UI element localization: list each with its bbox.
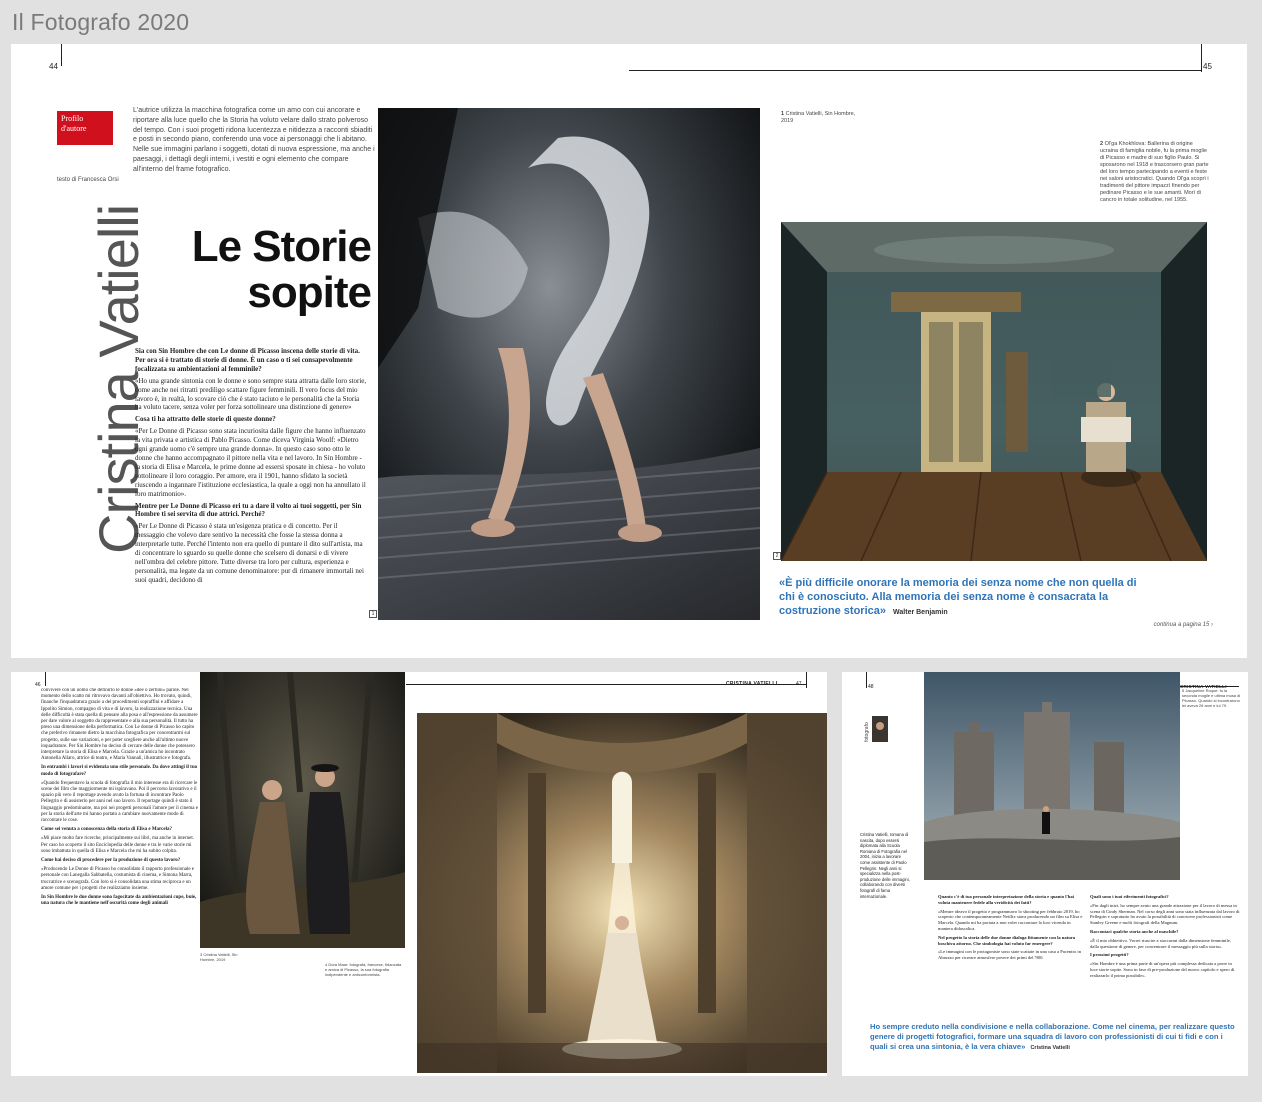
page-number-48: 48 [868, 684, 874, 690]
caption-1: 1 Cristina Vatielli, Sin Hombre, 2019 [781, 111, 856, 124]
author-name-vertical: Cristina Vatielli [87, 204, 150, 554]
byline: testo di Francesca Orsi [57, 177, 119, 183]
page-marker-left [866, 672, 867, 688]
caption-5: 5 Jacqueline Roque: fu la seconda moglie… [1182, 688, 1241, 708]
page-number-45: 45 [1203, 62, 1212, 71]
photo-number-2: 2 [773, 552, 781, 560]
spread-pages-44-45[interactable]: 44 45 Profilo d'autore testo di Francesc… [11, 44, 1247, 658]
pull-quote-2: Ho sempre creduto nella condivisione e n… [870, 1022, 1235, 1051]
photo-couple-forest[interactable] [200, 672, 405, 948]
caption-2: 2 Ol'ga Khokhlova: Ballerina di origine … [1100, 141, 1209, 203]
photo-number-1: 1 [369, 610, 377, 618]
intro-text: L'autrice utilizza la macchina fotografi… [133, 107, 375, 173]
page-number-46: 46 [35, 682, 41, 688]
article-body-right-col1: Quanto c'è di tua personale interpretazi… [938, 894, 1083, 961]
section-label: Profilo d'autore [57, 111, 113, 145]
pull-quote: «È più difficile onorare la memoria dei … [779, 577, 1137, 617]
pull-quote-author: Walter Benjamin [893, 609, 948, 616]
caption-3: 3 Cristina Vatielli, Sin Hombre, 2019 [200, 952, 238, 962]
photo-castle-ruins[interactable] [924, 672, 1180, 880]
author-bio: Cristina Vatielli, romana di nascita, do… [860, 832, 910, 899]
spread-pages-46-47[interactable]: 46 CRISTINA VATIELLI 47 convivere con un… [11, 672, 827, 1076]
spread-page-48[interactable]: 48 CRISTINA VATIELLI fotografo Cristina … [842, 672, 1248, 1076]
continued-link[interactable]: continua a pagina 15 › [1154, 622, 1213, 628]
article-body-left: Sia con Sin Hombre che con Le donne di P… [135, 347, 367, 584]
page-marker-left [61, 44, 62, 66]
running-head: CRISTINA VATIELLI [726, 681, 778, 687]
caption-4: 4 Dora Maar: fotografa, francese, fidanz… [325, 962, 402, 977]
app-title: Il Fotografo 2020 [12, 9, 190, 35]
photo-author-portrait[interactable] [872, 716, 888, 742]
page-marker-left [45, 672, 46, 686]
photo-sleeping-woman[interactable] [378, 108, 760, 620]
headline: Le Storie sopite [191, 222, 372, 317]
page-marker-right [806, 672, 807, 688]
article-body-mid-col1: convivere con un uomo che definirlo le d… [41, 688, 198, 907]
page-number-47: 47 [796, 681, 802, 687]
header-rule-right [629, 70, 1201, 71]
page-number-44: 44 [49, 62, 58, 71]
page-marker-right [1201, 44, 1202, 72]
article-body-right-col2: Quali sono i tuoi riferimenti fotografic… [1090, 894, 1240, 978]
photo-abbey-bride[interactable] [417, 713, 827, 1073]
photo-room-interior[interactable] [781, 222, 1207, 561]
side-label: fotografo [864, 722, 870, 742]
